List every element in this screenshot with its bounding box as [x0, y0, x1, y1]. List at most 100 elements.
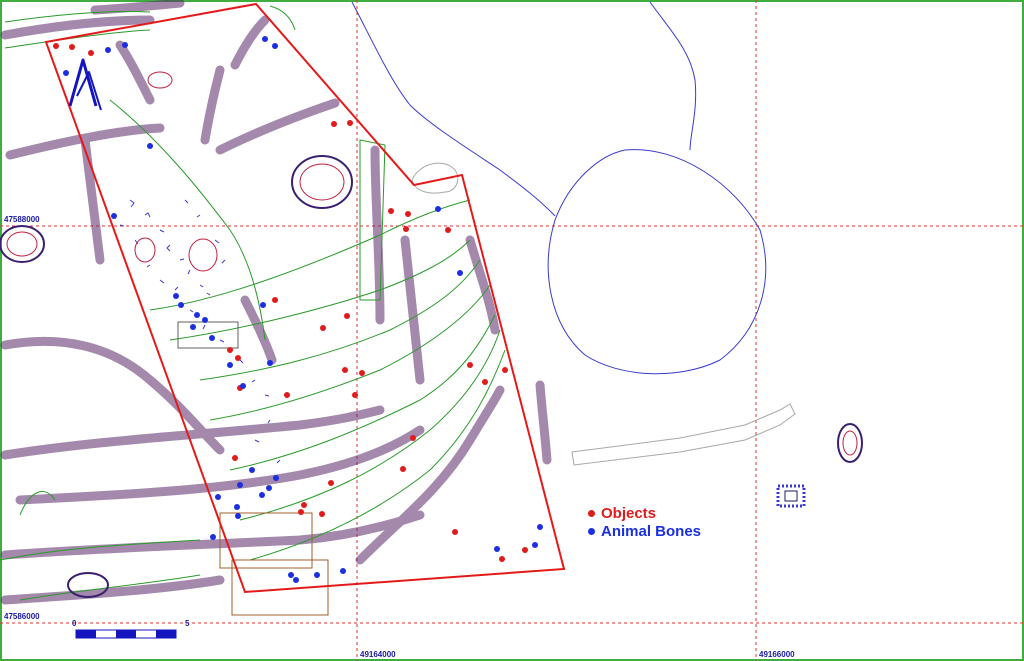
grid-label-x2: 49166000	[759, 650, 795, 659]
object-marker	[403, 226, 409, 232]
object-marker	[388, 208, 394, 214]
scale-bar-seg-2	[116, 630, 136, 638]
pit-small-3	[134, 237, 156, 263]
animal-bone-marker	[235, 513, 241, 519]
animal-bone-marker	[194, 312, 200, 318]
animal-bone-marker	[202, 317, 208, 323]
north-arrow-icon	[68, 58, 102, 111]
object-marker	[301, 502, 307, 508]
legend-label-objects: Objects	[601, 505, 657, 522]
animal-bone-marker	[260, 302, 266, 308]
pit-small-2	[188, 238, 218, 272]
feature-track-16	[400, 235, 425, 385]
object-marker	[235, 355, 241, 361]
scale-bar	[75, 629, 177, 639]
animal-bone-marker	[210, 534, 216, 540]
animal-bone-marker	[537, 524, 543, 530]
feature-track-19	[240, 295, 277, 365]
feature-track-18	[535, 380, 552, 465]
animal-bone-marker	[178, 302, 184, 308]
legend-item-objects: Objects	[588, 505, 656, 522]
object-marker	[410, 435, 416, 441]
green-feature-outlines	[0, 5, 506, 601]
animal-bone-marker	[147, 143, 153, 149]
object-marker	[328, 480, 334, 486]
pit-east	[837, 423, 863, 463]
grid-label-x1: 49164000	[360, 650, 396, 659]
animal-bone-marker	[267, 360, 273, 366]
object-marker	[342, 367, 348, 373]
animal-bone-marker	[266, 485, 272, 491]
object-marker	[319, 511, 325, 517]
object-marker	[452, 529, 458, 535]
square-feature-east-inner	[784, 490, 798, 502]
object-marker	[467, 362, 473, 368]
scale-bar-seg-3	[156, 630, 176, 638]
feature-track-2	[90, 0, 185, 15]
animal-bone-marker	[105, 47, 111, 53]
circular-pit-outline	[547, 149, 767, 375]
grid-label-y2: 47586000	[4, 612, 40, 621]
animal-bone-marker	[111, 213, 117, 219]
excavation-map	[0, 0, 1024, 661]
object-marker	[359, 370, 365, 376]
legend-dot-objects	[588, 510, 595, 517]
green-outline-9	[229, 314, 496, 471]
animal-bone-marker	[173, 293, 179, 299]
animal-bone-marker	[435, 206, 441, 212]
pit-small-1	[147, 71, 173, 89]
object-marker	[405, 211, 411, 217]
object-marker	[502, 367, 508, 373]
object-marker	[400, 466, 406, 472]
object-marker	[69, 44, 75, 50]
green-outline-3	[269, 5, 296, 31]
object-marker	[331, 121, 337, 127]
trench-box-3	[177, 321, 239, 349]
object-marker	[88, 50, 94, 56]
feature-track-10	[15, 425, 425, 505]
animal-bone-marker	[190, 324, 196, 330]
feature-track-5	[200, 65, 225, 145]
animal-bone-marker	[240, 383, 246, 389]
grid-label-y1: 47588000	[4, 215, 40, 224]
animal-bone-marker	[249, 467, 255, 473]
trench-outline	[571, 403, 796, 466]
pit-features	[0, 71, 863, 598]
feature-track-7	[115, 40, 155, 105]
feature-track-13	[355, 385, 505, 565]
pit-large-inner	[299, 163, 345, 201]
feature-track-4	[215, 98, 340, 155]
animal-bone-marker	[259, 492, 265, 498]
scale-bar-seg-1	[76, 630, 96, 638]
animal-bone-marker	[288, 572, 294, 578]
scale-label-end: 5	[185, 619, 190, 628]
animal-bone-marker	[494, 546, 500, 552]
legend-dot-animal-bones	[588, 528, 595, 535]
object-marker	[344, 313, 350, 319]
legend-label-animal-bones: Animal Bones	[601, 523, 702, 540]
animal-bone-marker	[209, 335, 215, 341]
object-marker	[482, 379, 488, 385]
grey-features	[411, 162, 796, 466]
feature-track-6	[230, 15, 270, 70]
object-marker	[284, 392, 290, 398]
contour-line-2	[649, 1, 697, 151]
object-marker	[320, 325, 326, 331]
object-marker	[272, 297, 278, 303]
animal-bone-marker	[63, 70, 69, 76]
animal-bone-marker	[457, 270, 463, 276]
pit-left-inner	[6, 231, 38, 257]
square-feature-east	[776, 484, 806, 508]
animal-bone-marker	[293, 577, 299, 583]
object-marker	[298, 509, 304, 515]
scale-label-start: 0	[72, 619, 77, 628]
object-marker	[232, 455, 238, 461]
object-marker	[352, 392, 358, 398]
pit-east-inner	[842, 430, 858, 456]
animal-bone-marker	[273, 475, 279, 481]
object-marker	[499, 556, 505, 562]
green-outline-6	[169, 239, 471, 341]
animal-bone-marker	[215, 494, 221, 500]
animal-bone-marker	[237, 482, 243, 488]
animal-bone-marker	[234, 504, 240, 510]
